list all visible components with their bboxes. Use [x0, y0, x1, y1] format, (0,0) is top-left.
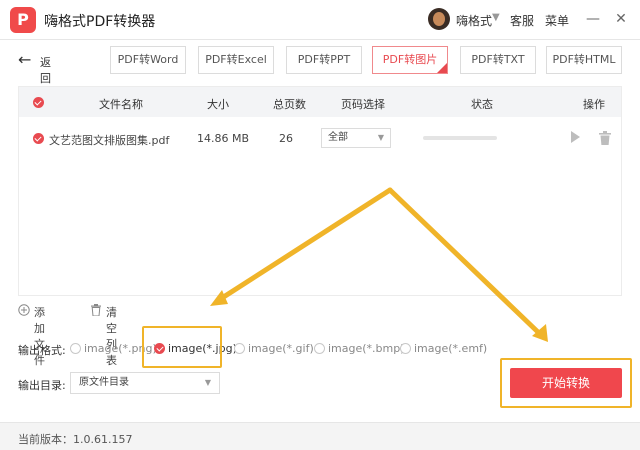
app-logo-icon: P: [10, 7, 36, 33]
page-range-value: 全部: [328, 132, 348, 143]
tab-pdf-to-image[interactable]: PDF转图片: [372, 46, 448, 74]
output-dir-value: 原文件目录: [79, 377, 129, 388]
jpg-highlight-box: [142, 326, 222, 368]
trash-icon: [91, 304, 101, 316]
file-name: 文艺范图文排版图集.pdf: [49, 134, 170, 147]
page-range-select[interactable]: 全部 ▼: [321, 128, 391, 148]
user-name[interactable]: 嗨格式: [456, 12, 492, 29]
menu-link[interactable]: 菜单: [545, 12, 569, 29]
header-page-range: 页码选择: [341, 98, 385, 111]
page-count: 26: [279, 132, 293, 145]
header-file-name: 文件名称: [99, 98, 143, 111]
status-bar: 当前版本：1.0.61.157: [0, 422, 640, 450]
conversion-progress-bar: [423, 136, 497, 140]
user-menu-chevron-down-icon[interactable]: ▼: [492, 12, 500, 23]
radio-icon: [400, 343, 411, 354]
app-title: 嗨格式PDF转换器: [44, 14, 156, 30]
back-label: 返回: [40, 56, 51, 85]
radio-icon: [314, 343, 325, 354]
add-file-label: 添加文件: [34, 306, 45, 367]
clear-list-label: 清空列表: [106, 306, 117, 367]
file-size: 14.86 MB: [197, 132, 250, 145]
chevron-down-icon: ▼: [377, 133, 384, 142]
tab-pdf-to-html[interactable]: PDF转HTML: [546, 46, 622, 74]
start-highlight-box: [500, 358, 632, 408]
header-actions: 操作: [583, 98, 605, 111]
output-dir-select[interactable]: 原文件目录 ▼: [70, 372, 220, 394]
table-row: 文艺范图文排版图集.pdf 14.86 MB 26 全部 ▼: [19, 123, 621, 153]
radio-icon: [70, 343, 81, 354]
tab-pdf-to-word[interactable]: PDF转Word: [110, 46, 186, 74]
user-avatar[interactable]: [428, 8, 450, 30]
tab-pdf-to-txt[interactable]: PDF转TXT: [460, 46, 536, 74]
file-list-panel: 文件名称 大小 总页数 页码选择 状态 操作 文艺范图文排版图集.pdf 14.…: [18, 86, 622, 296]
close-button[interactable]: ✕: [612, 8, 630, 30]
support-link[interactable]: 客服: [510, 12, 534, 29]
radio-icon: [234, 343, 245, 354]
title-bar: P 嗨格式PDF转换器 嗨格式 ▼ 客服 菜单 — ✕: [0, 0, 640, 40]
tab-pdf-to-excel[interactable]: PDF转Excel: [198, 46, 274, 74]
trash-icon[interactable]: [599, 131, 611, 145]
header-size: 大小: [207, 98, 229, 111]
output-dir-label: 输出目录:: [18, 379, 66, 392]
header-pages: 总页数: [273, 98, 306, 111]
header-status: 状态: [471, 98, 493, 111]
plus-circle-icon: [18, 304, 30, 316]
chevron-down-icon: ▼: [204, 378, 211, 387]
arrow-left-icon: ←: [18, 50, 32, 69]
version-text: 当前版本：1.0.61.157: [18, 433, 133, 446]
minimize-button[interactable]: —: [584, 8, 602, 30]
select-all-checkbox[interactable]: [33, 97, 44, 108]
row-checkbox[interactable]: [33, 133, 44, 144]
play-icon[interactable]: [571, 131, 580, 143]
output-format-label: 输出格式:: [18, 344, 66, 357]
table-header: 文件名称 大小 总页数 页码选择 状态 操作: [19, 87, 621, 117]
tab-pdf-to-ppt[interactable]: PDF转PPT: [286, 46, 362, 74]
